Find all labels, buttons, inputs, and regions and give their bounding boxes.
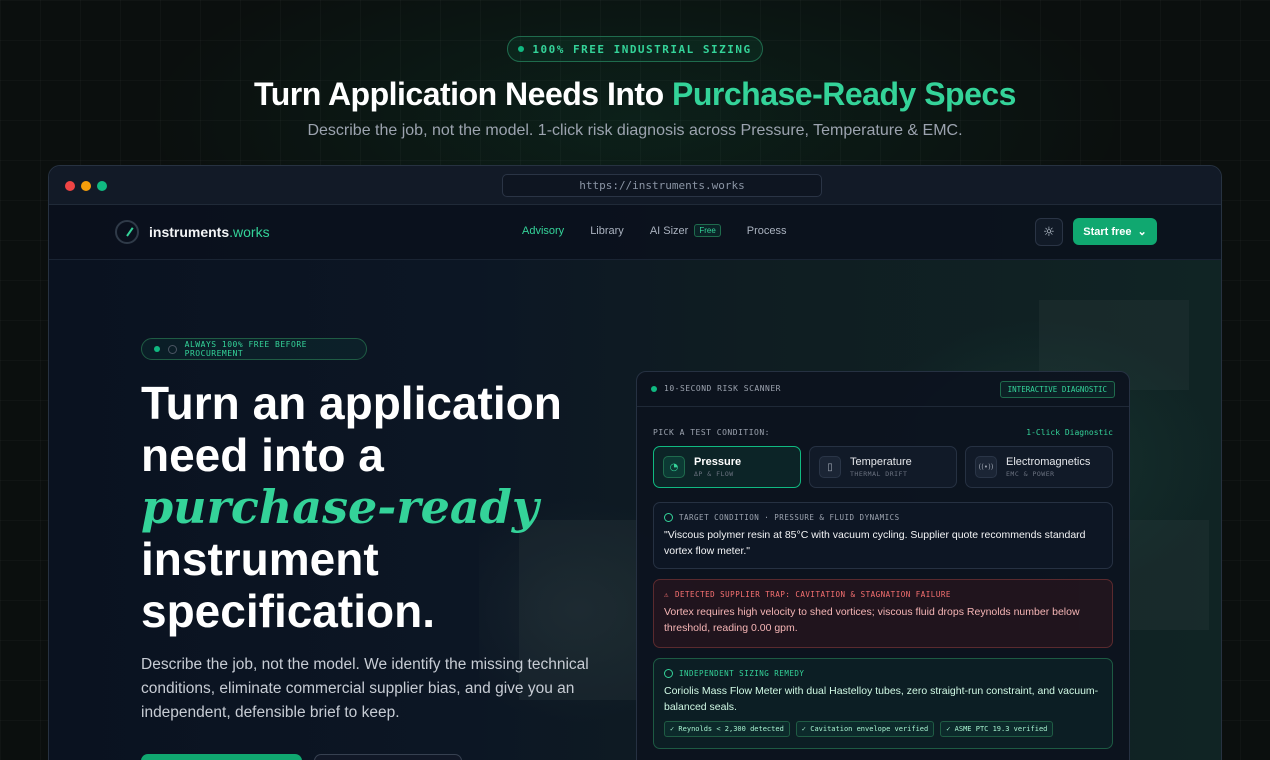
scanner-title-text: 10-SECOND RISK SCANNER	[664, 384, 781, 393]
interactive-diagnostic-tag: INTERACTIVE DIAGNOSTIC	[999, 381, 1115, 398]
primary-cta-button[interactable]	[141, 754, 302, 760]
target-condition-text: "Viscous polymer resin at 85°C with vacu…	[664, 529, 1086, 557]
secondary-cta-button[interactable]	[314, 754, 462, 760]
free-sizing-badge: 100% FREE INDUSTRIAL SIZING	[507, 36, 763, 62]
url-bar[interactable]: https://instruments.works	[502, 174, 822, 197]
scanner-title: 10-SECOND RISK SCANNER	[651, 384, 781, 393]
hero-title-accent: Purchase-Ready Specs	[672, 76, 1016, 112]
gauge-logo-icon	[115, 220, 139, 244]
theme-toggle-button[interactable]: ☼	[1035, 218, 1063, 246]
browser-window: https://instruments.works instruments.wo…	[48, 165, 1222, 760]
sizing-remedy-header: INDEPENDENT SIZING REMEDY	[664, 669, 1102, 678]
tab-pressure-sub: ΔP & FLOW	[694, 470, 734, 478]
tab-temperature[interactable]: ▯ Temperature THERMAL DRIFT	[809, 446, 957, 488]
start-free-label: Start free	[1083, 225, 1132, 238]
signal-waves-icon: ((•))	[975, 456, 997, 478]
nav-link-ai-sizer[interactable]: AI Sizer Free	[650, 224, 721, 237]
logo-text: instruments.works	[149, 224, 270, 240]
scanner-header: 10-SECOND RISK SCANNER INTERACTIVE DIAGN…	[637, 372, 1129, 407]
target-icon	[664, 513, 673, 522]
main-heading: Turn an application need into a purchase…	[141, 377, 611, 637]
risk-scanner-card: 10-SECOND RISK SCANNER INTERACTIVE DIAGN…	[636, 371, 1130, 760]
supplier-trap-title: DETECTED SUPPLIER TRAP: CAVITATION & STA…	[675, 590, 951, 599]
pick-condition-label: PICK A TEST CONDITION:	[653, 428, 770, 437]
tab-electromagnetics[interactable]: ((•)) Electromagnetics EMC & POWER	[965, 446, 1113, 488]
status-dot	[651, 385, 657, 392]
hero-subtitle: Describe the job, not the model. 1-click…	[307, 122, 963, 139]
supplier-trap-box: ⚠ DETECTED SUPPLIER TRAP: CAVITATION & ST…	[653, 579, 1113, 648]
target-condition-title: TARGET CONDITION · PRESSURE & FLUID DYNA…	[679, 513, 900, 522]
sun-icon: ☼	[1043, 224, 1055, 240]
tab-temperature-label: Temperature	[850, 456, 912, 468]
site-navbar: instruments.works Advisory Library AI Si…	[49, 205, 1221, 260]
status-dot	[518, 46, 525, 52]
sizing-remedy-text: Coriolis Mass Flow Meter with dual Haste…	[664, 685, 1099, 713]
verification-checks: ✓ Reynolds < 2,300 detected ✓ Cavitation…	[664, 721, 1102, 737]
main-heading-line-4: instrument	[141, 533, 379, 585]
website-viewport: instruments.works Advisory Library AI Si…	[49, 205, 1221, 760]
free-sizing-badge-label: 100% FREE INDUSTRIAL SIZING	[532, 42, 752, 56]
hero-title-main: Turn Application Needs Into	[254, 76, 673, 112]
start-free-button[interactable]: Start free ⌄	[1073, 218, 1157, 245]
supplier-trap-header: ⚠ DETECTED SUPPLIER TRAP: CAVITATION & ST…	[664, 590, 1102, 599]
chevron-down-icon: ⌄	[1137, 226, 1147, 238]
sizing-remedy-title: INDEPENDENT SIZING REMEDY	[679, 669, 805, 678]
procurement-badge-label: ALWAYS 100% FREE BEFORE PROCUREMENT	[184, 340, 307, 358]
tab-electromagnetics-sub: EMC & POWER	[1006, 470, 1055, 478]
warning-icon: ⚠	[664, 590, 670, 599]
nav-links: Advisory Library AI Sizer Free Process	[522, 224, 787, 237]
main-heading-line-5: specification.	[141, 585, 435, 637]
sizing-remedy-box: INDEPENDENT SIZING REMEDY Coriolis Mass …	[653, 658, 1113, 749]
main-heading-italic: purchase-ready	[141, 480, 539, 534]
nav-link-library[interactable]: Library	[590, 225, 624, 237]
gauge-icon	[167, 344, 177, 354]
check-badge: ✓ ASME PTC 19.3 verified	[940, 721, 1054, 737]
main-heading-line-1: Turn an application	[141, 377, 562, 429]
maximize-window-dot[interactable]	[97, 181, 107, 191]
minimize-window-dot[interactable]	[81, 181, 91, 191]
thermometer-icon: ▯	[819, 456, 841, 478]
check-badge: ✓ Cavitation envelope verified	[795, 721, 935, 737]
free-tag: Free	[694, 224, 721, 237]
site-logo[interactable]: instruments.works	[115, 220, 270, 244]
target-condition-box: TARGET CONDITION · PRESSURE & FLUID DYNA…	[653, 502, 1113, 569]
shield-check-icon	[664, 669, 673, 678]
main-heading-line-2: need into a	[141, 429, 384, 481]
check-badge: ✓ Reynolds < 2,300 detected	[664, 721, 790, 737]
close-window-dot[interactable]	[65, 181, 75, 191]
tab-pressure[interactable]: ◔ Pressure ΔP & FLOW	[653, 446, 801, 488]
status-dot	[154, 346, 160, 352]
browser-chrome: https://instruments.works	[49, 166, 1221, 205]
main-description: Describe the job, not the model. We iden…	[141, 656, 589, 721]
nav-link-process[interactable]: Process	[747, 225, 787, 237]
hero-title: Turn Application Needs Into Purchase-Rea…	[0, 76, 1270, 113]
logo-text-domain: .works	[229, 224, 270, 240]
nav-link-ai-sizer-label: AI Sizer	[649, 224, 689, 237]
target-condition-header: TARGET CONDITION · PRESSURE & FLUID DYNA…	[664, 513, 1102, 522]
logo-text-main: instruments	[149, 224, 230, 240]
supplier-trap-text: Vortex requires high velocity to shed vo…	[664, 606, 1080, 634]
pressure-gauge-icon: ◔	[663, 456, 685, 478]
tab-electromagnetics-label: Electromagnetics	[1006, 456, 1091, 468]
one-click-diagnostic-label: 1-Click Diagnostic	[1026, 428, 1113, 437]
tab-pressure-label: Pressure	[694, 456, 742, 468]
nav-link-advisory[interactable]: Advisory	[522, 225, 564, 237]
procurement-badge: ALWAYS 100% FREE BEFORE PROCUREMENT	[141, 338, 367, 360]
tab-temperature-sub: THERMAL DRIFT	[850, 470, 908, 478]
